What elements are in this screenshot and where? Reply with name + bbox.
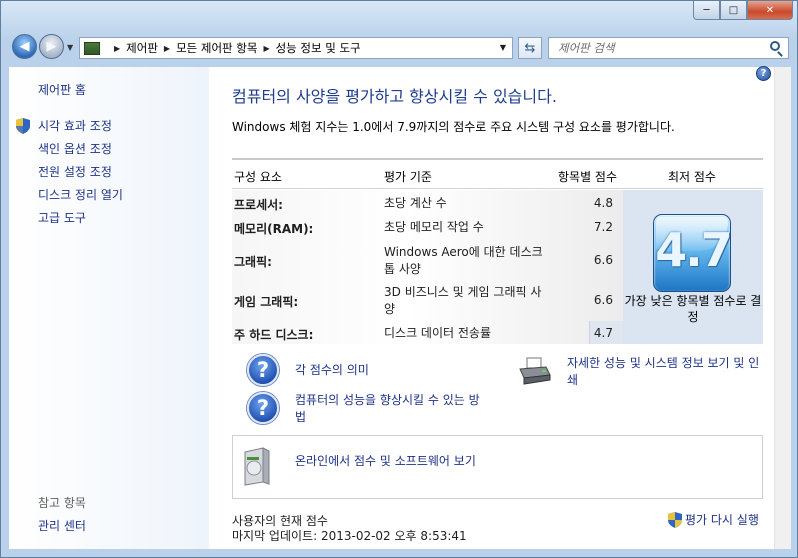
search-icon[interactable]	[770, 41, 780, 51]
search-input[interactable]: 제어판 검색	[548, 37, 789, 59]
chevron-right-icon[interactable]: ▶	[114, 44, 120, 53]
row-criteria: Windows Aero에 대한 데스크톱 사양	[384, 245, 543, 276]
row-criteria: 3D 비즈니스 및 게임 그래픽 사양	[384, 285, 542, 316]
see-also-heading: 참고 항목	[38, 496, 86, 510]
refresh-button[interactable]: ⇆	[518, 37, 542, 59]
chevron-down-icon[interactable]: ▼	[500, 43, 506, 52]
column-component: 구성 요소	[234, 170, 282, 184]
row-component: 주 하드 디스크:	[234, 328, 314, 342]
sidebar-item-indexing[interactable]: 색인 옵션 조정	[38, 140, 112, 157]
row-component: 메모리(RAM):	[234, 222, 314, 236]
row-criteria: 초당 메모리 작업 수	[384, 220, 484, 234]
sidebar-home-link[interactable]: 제어판 홈	[38, 81, 86, 98]
row-criteria: 디스크 데이터 전송률	[384, 326, 491, 340]
rerun-assessment-button[interactable]: 평가 다시 실행	[668, 511, 759, 528]
back-button[interactable]: ◀	[12, 34, 37, 59]
row-component: 프로세서:	[234, 198, 283, 212]
sidebar-item-visual-effects[interactable]: 시각 효과 조정	[38, 117, 112, 134]
row-component: 게임 그래픽:	[234, 295, 299, 309]
close-button[interactable]: ✕	[747, 1, 793, 20]
breadcrumb-control-panel[interactable]: 제어판	[126, 40, 158, 56]
help-question-icon: ?	[247, 354, 279, 386]
page-subtitle: Windows 체험 지수는 1.0에서 7.9까지의 점수로 주요 시스템 구…	[232, 120, 675, 134]
online-software-link[interactable]: 온라인에서 점수 및 소프트웨어 보기	[295, 453, 485, 470]
page-title: 컴퓨터의 사양을 평가하고 향상시킬 수 있습니다.	[232, 87, 557, 106]
arrow-right-icon: ▶	[46, 39, 57, 54]
sidebar-item-disk-cleanup[interactable]: 디스크 정리 열기	[38, 186, 123, 203]
base-score-caption: 가장 낮은 항목별 점수로 결정	[624, 294, 762, 324]
shield-icon	[668, 511, 682, 528]
table-row: 주 하드 디스크: 디스크 데이터 전송률 4.7	[232, 321, 623, 344]
row-criteria: 초당 계산 수	[384, 196, 447, 210]
address-bar[interactable]: ▶ 제어판 ▶ 모든 제어판 항목 ▶ 성능 정보 및 도구 ▼	[79, 37, 513, 59]
sidebar-item-action-center[interactable]: 관리 센터	[38, 517, 86, 534]
chevron-right-icon[interactable]: ▶	[263, 44, 269, 53]
vertical-scrollbar[interactable]	[774, 67, 791, 549]
arrow-left-icon: ◀	[19, 39, 30, 54]
base-score-badge: 4.7	[653, 214, 733, 292]
rerun-label: 평가 다시 실행	[685, 513, 759, 527]
software-box-icon	[244, 447, 270, 486]
shield-icon	[16, 118, 30, 134]
improve-performance-link[interactable]: 컴퓨터의 성능을 향상시킬 수 있는 방법	[295, 392, 485, 426]
help-question-icon: ?	[247, 392, 279, 424]
score-table-header: 구성 요소 평가 기준 항목별 점수 최저 점수	[232, 158, 763, 189]
column-criteria: 평가 기준	[384, 170, 432, 184]
row-subscore: 6.6	[593, 293, 613, 307]
help-icon[interactable]: ?	[756, 66, 771, 81]
row-subscore: 4.7	[593, 326, 613, 340]
chevron-right-icon[interactable]: ▶	[164, 44, 170, 53]
maximize-button[interactable]: □	[720, 1, 747, 20]
recent-pages-dropdown[interactable]: ▼	[67, 43, 73, 52]
window: ─ □ ✕ ◀ ▶ ▼ ▶ 제어판 ▶ 모든 제어판 항목 ▶ 성능 정보 및 …	[0, 0, 798, 558]
detailed-info-link[interactable]: 자세한 성능 및 시스템 정보 보기 및 인쇄	[567, 355, 765, 389]
base-score-value: 4.7	[655, 223, 733, 277]
sidebar-item-advanced-tools[interactable]: 고급 도구	[38, 209, 86, 226]
sidebar: 제어판 홈 시각 효과 조정 색인 옵션 조정 전원 설정 조정 디스크 정리 …	[9, 67, 209, 549]
printer-icon	[519, 357, 551, 385]
search-placeholder: 제어판 검색	[558, 41, 615, 55]
row-subscore: 4.8	[593, 196, 613, 210]
row-component: 그래픽:	[234, 255, 272, 269]
control-panel-icon	[84, 41, 100, 55]
row-subscore: 7.2	[593, 220, 613, 234]
caption-buttons: ─ □ ✕	[693, 1, 793, 20]
forward-button[interactable]: ▶	[39, 34, 64, 59]
minimize-button[interactable]: ─	[693, 1, 720, 20]
breadcrumb-performance[interactable]: 성능 정보 및 도구	[276, 40, 361, 56]
refresh-icon: ⇆	[524, 40, 536, 56]
row-subscore: 6.6	[593, 253, 613, 267]
column-base-score: 최저 점수	[668, 170, 716, 184]
breadcrumb-all-items[interactable]: 모든 제어판 항목	[176, 40, 257, 56]
column-subscore: 항목별 점수	[558, 170, 618, 184]
sidebar-item-power[interactable]: 전원 설정 조정	[38, 163, 112, 180]
score-meaning-link[interactable]: 각 점수의 의미	[295, 362, 369, 379]
last-update-text: 마지막 업데이트: 2013-02-02 오후 8:53:41	[232, 529, 467, 543]
